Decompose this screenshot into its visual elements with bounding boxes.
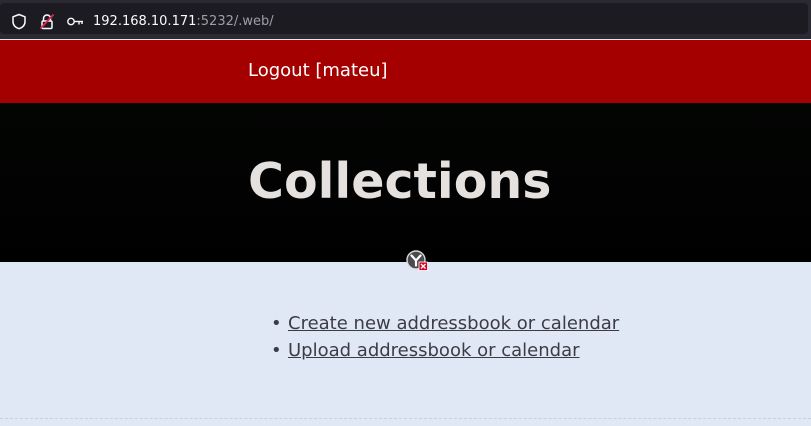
page-title: Collections xyxy=(248,153,552,210)
bullet: • xyxy=(271,313,282,334)
list-item: • Upload addressbook or calendar xyxy=(270,337,619,364)
url-field[interactable]: 192.168.10.171:5232/.web/ xyxy=(0,3,808,34)
extension-blocked-icon[interactable] xyxy=(406,250,428,271)
url-text[interactable]: 192.168.10.171:5232/.web/ xyxy=(93,13,274,31)
create-collection-link[interactable]: Create new addressbook or calendar xyxy=(288,313,619,334)
collection-actions-list: • Create new addressbook or calendar • U… xyxy=(270,310,619,364)
browser-address-bar: 192.168.10.171:5232/.web/ xyxy=(0,0,811,39)
upload-collection-link[interactable]: Upload addressbook or calendar xyxy=(288,340,580,361)
footer-divider xyxy=(0,418,811,419)
key-icon[interactable] xyxy=(66,13,84,30)
list-item: • Create new addressbook or calendar xyxy=(270,310,619,337)
url-host: 192.168.10.171 xyxy=(93,14,197,29)
url-path: :5232/.web/ xyxy=(196,14,274,29)
insecure-lock-icon[interactable] xyxy=(39,13,55,30)
top-header xyxy=(0,40,811,103)
logout-link[interactable]: Logout [mateu] xyxy=(248,60,388,82)
shield-icon[interactable] xyxy=(11,13,27,30)
bullet: • xyxy=(271,340,282,361)
